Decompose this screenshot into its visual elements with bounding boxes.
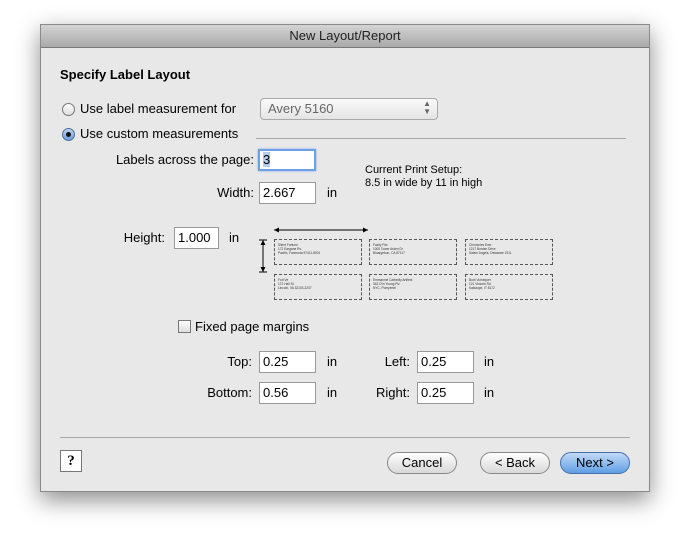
top-margin-unit: in xyxy=(327,354,338,369)
popup-arrows-icon: ▲ ▼ xyxy=(423,99,431,116)
print-setup-title: Current Print Setup: xyxy=(365,164,463,176)
fixed-margins-label[interactable]: Fixed page margins xyxy=(195,319,309,334)
right-margin-field[interactable]: 0.25 xyxy=(417,382,474,404)
labels-across-field[interactable]: 3 xyxy=(258,149,316,171)
top-margin-field[interactable]: 0.25 xyxy=(259,351,316,373)
left-margin-unit: in xyxy=(484,354,495,369)
height-label: Height: xyxy=(123,230,165,245)
width-field[interactable]: 2.667 xyxy=(259,182,316,204)
height-field[interactable]: 1.000 xyxy=(174,227,219,249)
back-button[interactable]: < Back xyxy=(480,452,550,474)
left-margin-label: Left: xyxy=(384,354,410,369)
height-unit: in xyxy=(229,230,240,245)
label-preview: Bont Vulnequer 121 Victorin Rd Kalkaupe, I… xyxy=(465,274,553,300)
custom-measurements-radio[interactable] xyxy=(62,128,75,141)
fixed-margins-checkbox[interactable] xyxy=(178,320,191,333)
footer-separator xyxy=(60,437,630,438)
custom-measurements-label[interactable]: Use custom measurements xyxy=(80,126,238,141)
bottom-margin-unit: in xyxy=(327,385,338,400)
labels-across-label: Labels across the page: xyxy=(115,152,254,167)
label-preview: Silent Fortune 172 Eargane Rv. Pacific, Fa… xyxy=(274,239,362,265)
label-measurement-radio[interactable] xyxy=(62,103,75,116)
right-margin-label: Right: xyxy=(376,385,410,400)
label-measurement-label[interactable]: Use label measurement for xyxy=(80,101,236,116)
right-margin-unit: in xyxy=(484,385,495,400)
label-preset-popup[interactable]: Avery 5160 ▲ ▼ xyxy=(260,98,438,120)
width-unit: in xyxy=(327,185,338,200)
next-button[interactable]: Next > xyxy=(560,452,630,474)
label-preview: Fazily Fier 1000 Tower Arden Dr Bluargebun… xyxy=(369,239,457,265)
left-margin-field[interactable]: 0.25 xyxy=(417,351,474,373)
bottom-margin-field[interactable]: 0.56 xyxy=(259,382,316,404)
window-title: New Layout/Report xyxy=(41,25,649,48)
section-heading: Specify Label Layout xyxy=(60,67,191,82)
label-preview: Emmannel Cathedly Artifect 343 D'in Young… xyxy=(369,274,457,300)
cancel-button[interactable]: Cancel xyxy=(387,452,457,474)
bottom-margin-label: Bottom: xyxy=(207,385,252,400)
print-setup-size: 8.5 in wide by 11 in high xyxy=(365,177,483,189)
help-button[interactable]: ? xyxy=(60,450,82,472)
top-margin-label: Top: xyxy=(227,354,252,369)
label-preview: Fort Ve 172 Hall St Lincoln, VA 32103-2207 xyxy=(274,274,362,300)
width-label: Width: xyxy=(217,185,254,200)
label-preview: Chronicles Ever 1217 Borden Drive Salem An… xyxy=(465,239,553,265)
label-preset-value: Avery 5160 xyxy=(268,101,334,116)
separator-line xyxy=(256,138,626,139)
